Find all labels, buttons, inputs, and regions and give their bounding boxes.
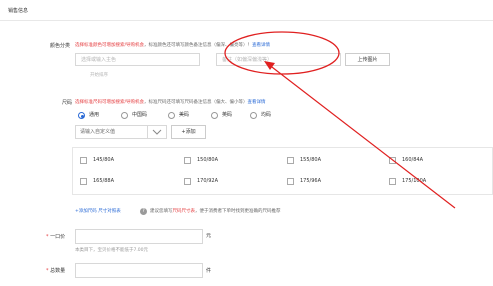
annotation-ellipse bbox=[224, 31, 340, 75]
annotation-arrow-line bbox=[267, 63, 456, 209]
annotation-overlay bbox=[224, 31, 456, 209]
